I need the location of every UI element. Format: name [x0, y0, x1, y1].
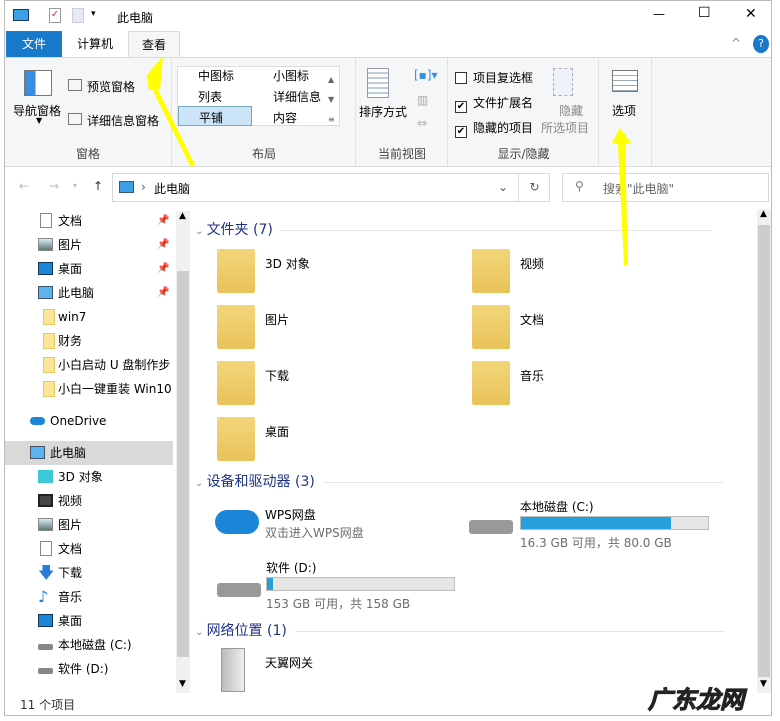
arrow-to-options	[612, 128, 631, 265]
arrow-to-view-tab	[147, 56, 195, 167]
watermark: 广东龙网	[648, 686, 745, 715]
annotation-arrows	[147, 56, 631, 265]
